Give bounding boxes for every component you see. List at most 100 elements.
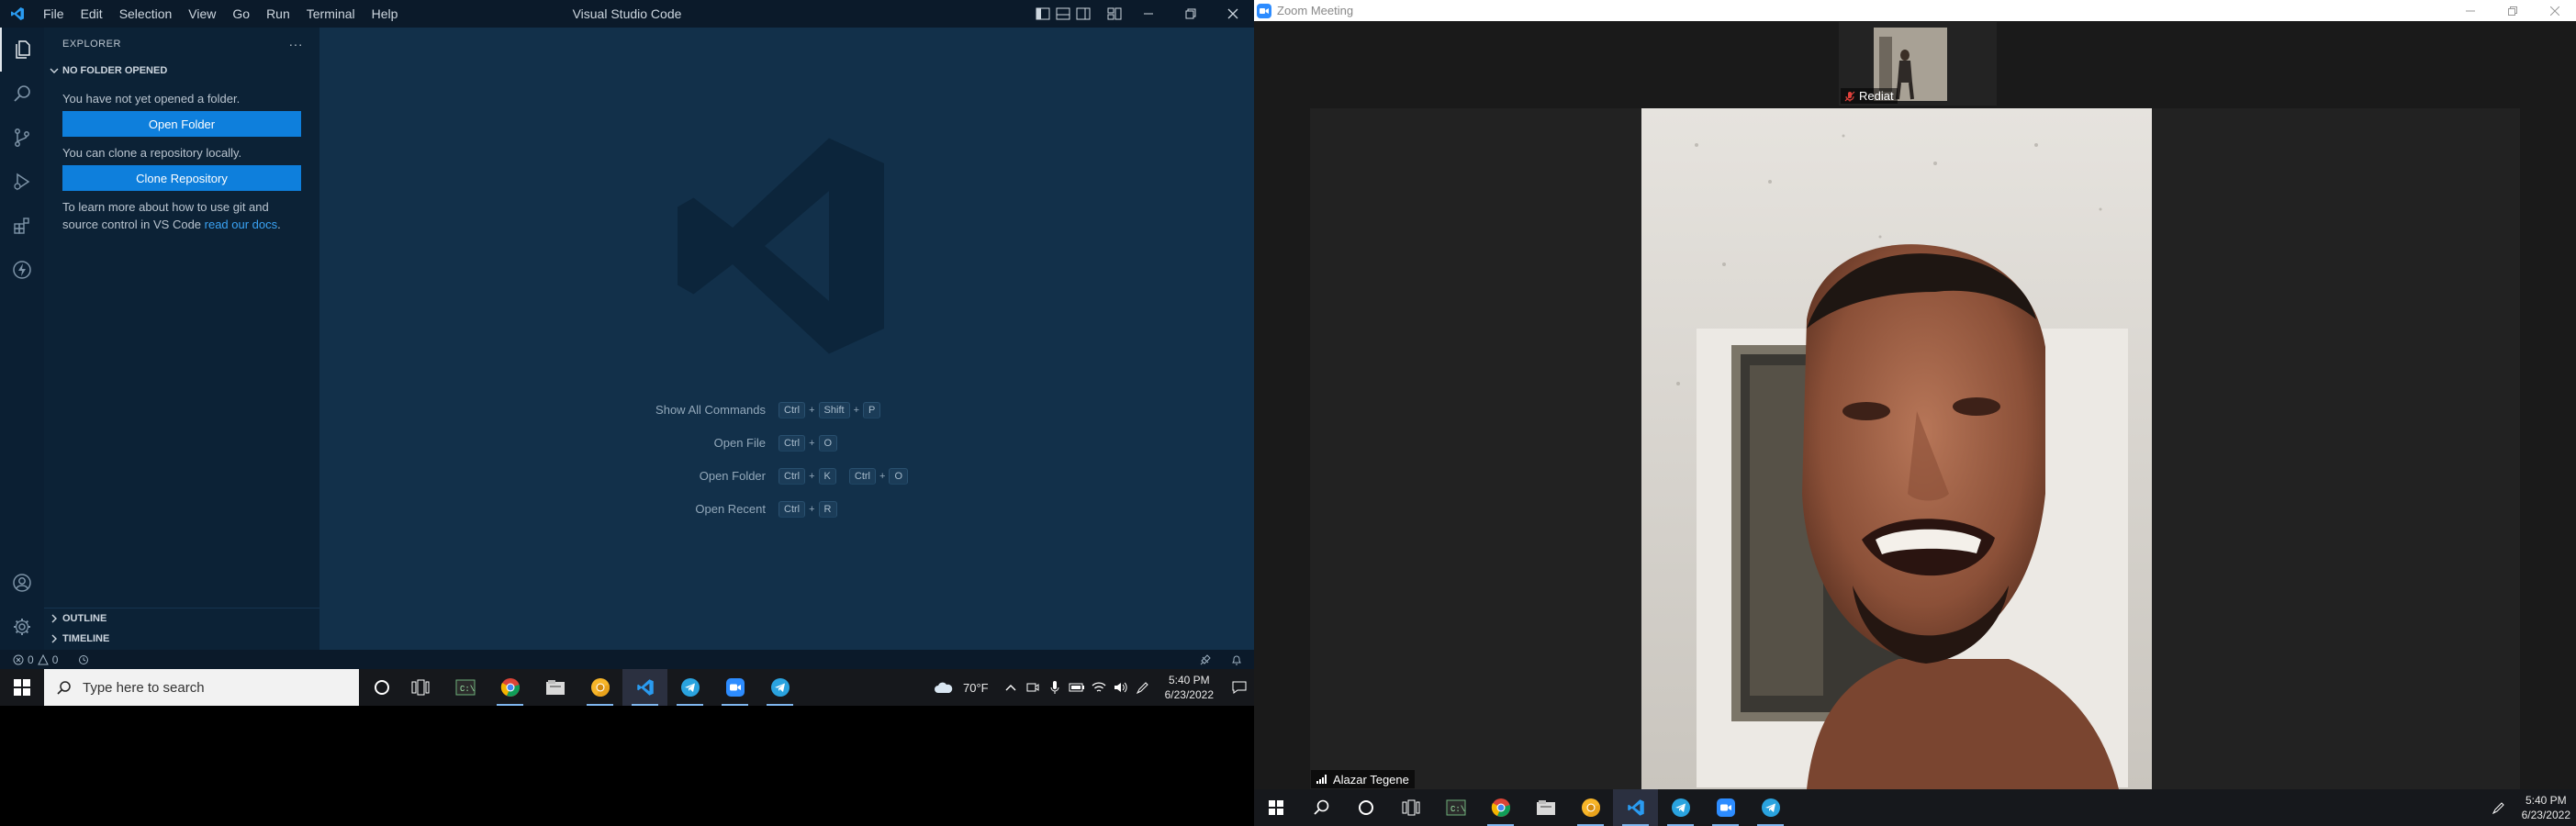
chrome-canary-icon[interactable] — [1568, 789, 1613, 826]
read-docs-link[interactable]: read our docs — [205, 218, 278, 231]
microphone-icon[interactable] — [1044, 680, 1066, 695]
no-folder-text: You have not yet opened a folder. — [62, 92, 241, 106]
search-placeholder: Type here to search — [83, 679, 205, 696]
keybinding-key: Ctrl — [778, 435, 806, 452]
vscode-taskbar-icon[interactable] — [622, 669, 667, 706]
history-icon[interactable] — [78, 654, 89, 665]
shortcut-keys: Ctrl + K Ctrl + O — [778, 467, 908, 486]
shortcut-row[interactable]: Open Recent Ctrl + R — [319, 500, 1254, 519]
telegram-second-icon[interactable] — [757, 669, 802, 706]
activity-bar — [0, 28, 44, 650]
menu-help[interactable]: Help — [364, 0, 407, 28]
toggle-secondary-sidebar-icon[interactable] — [1076, 7, 1091, 20]
no-folder-section-header[interactable]: NO FOLDER OPENED — [44, 61, 319, 81]
show-hidden-icons-chevron-icon[interactable] — [1000, 684, 1022, 691]
shortcut-row[interactable]: Open File Ctrl + O — [319, 434, 1254, 452]
search-icon[interactable] — [0, 72, 44, 116]
keybinding-key: Ctrl — [848, 468, 876, 485]
clock[interactable]: 5:40 PM 6/23/2022 — [1154, 673, 1225, 702]
warning-count: 0 — [51, 653, 59, 666]
outline-section-header[interactable]: OUTLINE — [44, 608, 319, 629]
notifications-icon[interactable] — [1225, 681, 1254, 694]
task-view-icon[interactable] — [398, 669, 442, 706]
minimize-icon[interactable] — [1127, 0, 1170, 28]
terminal-app-icon[interactable]: C:\ — [442, 669, 487, 706]
keybinding-key: R — [818, 501, 837, 518]
menu-edit[interactable]: Edit — [73, 0, 111, 28]
participant-thumbnail[interactable]: Rediat — [1839, 22, 1997, 106]
remote-lightning-icon[interactable] — [0, 248, 44, 292]
zoom-close-icon[interactable] — [2534, 0, 2576, 21]
accounts-icon[interactable] — [0, 561, 44, 605]
clock-time: 5:40 PM — [2525, 794, 2567, 807]
volume-icon[interactable] — [1110, 681, 1132, 694]
toggle-panel-icon[interactable] — [1056, 7, 1070, 20]
outline-title: OUTLINE — [62, 613, 107, 624]
menu-view[interactable]: View — [180, 0, 224, 28]
run-debug-icon[interactable] — [0, 160, 44, 204]
zoom-taskbar-icon[interactable] — [1703, 789, 1748, 826]
telegram-icon[interactable] — [1658, 789, 1703, 826]
task-view-icon[interactable] — [1388, 789, 1433, 826]
weather-cloud-icon[interactable] — [930, 681, 958, 694]
start-windows-icon[interactable] — [0, 669, 44, 706]
menu-file[interactable]: File — [35, 0, 73, 28]
shortcut-row[interactable]: Show All Commands Ctrl + Shift + P — [319, 401, 1254, 419]
more-actions-icon[interactable]: ··· — [289, 37, 304, 51]
status-right — [1199, 650, 1243, 669]
manage-gear-icon[interactable] — [0, 605, 44, 649]
pen-workspace-icon[interactable] — [1132, 680, 1154, 695]
source-control-icon[interactable] — [0, 116, 44, 160]
close-icon[interactable] — [1212, 0, 1254, 28]
menu-run[interactable]: Run — [258, 0, 298, 28]
timeline-section-header[interactable]: TIMELINE — [44, 629, 319, 649]
problems-indicator[interactable]: 0 0 — [0, 653, 89, 666]
vscode-taskbar-icon[interactable] — [1613, 789, 1658, 826]
zoom-restore-icon[interactable] — [2492, 0, 2534, 21]
search-icon[interactable] — [1298, 789, 1343, 826]
clock-right[interactable]: 5:40 PM 6/23/2022 — [2513, 793, 2576, 822]
start-windows-icon[interactable] — [1254, 789, 1298, 826]
svg-text:C:\: C:\ — [460, 685, 475, 694]
explorer-icon[interactable] — [0, 28, 44, 72]
cortana-circle-icon[interactable] — [1343, 789, 1388, 826]
toggle-primary-sidebar-icon[interactable] — [1036, 7, 1050, 20]
shortcut-row[interactable]: Open Folder Ctrl + K Ctrl + O — [319, 467, 1254, 486]
cortana-circle-icon[interactable] — [366, 669, 398, 706]
meet-now-icon[interactable] — [1022, 681, 1044, 694]
menu-go[interactable]: Go — [224, 0, 258, 28]
chrome-icon[interactable] — [1478, 789, 1523, 826]
extensions-icon[interactable] — [0, 204, 44, 248]
zoom-minimize-icon[interactable] — [2449, 0, 2492, 21]
file-explorer-icon[interactable] — [532, 669, 577, 706]
chrome-canary-icon[interactable] — [577, 669, 622, 706]
restore-icon[interactable] — [1170, 0, 1212, 28]
telegram-icon[interactable] — [667, 669, 712, 706]
keybinding-key: Ctrl — [778, 501, 806, 518]
keybinding-key: Ctrl — [778, 402, 806, 419]
notifications-bell-icon[interactable] — [1230, 653, 1243, 666]
keybinding-key: P — [863, 402, 881, 419]
open-folder-button[interactable]: Open Folder — [62, 111, 301, 137]
clock-date: 6/23/2022 — [2521, 809, 2570, 821]
zoom-taskbar-icon[interactable] — [712, 669, 757, 706]
clone-repository-button[interactable]: Clone Repository — [62, 165, 301, 191]
layout-controls — [1036, 0, 1122, 28]
keybinding-key: Shift — [818, 402, 850, 419]
weather-temp[interactable]: 70°F — [958, 681, 1000, 695]
menu-selection[interactable]: Selection — [111, 0, 181, 28]
feedback-icon[interactable] — [1199, 653, 1212, 666]
timeline-title: TIMELINE — [62, 633, 110, 644]
file-explorer-icon[interactable] — [1523, 789, 1568, 826]
error-count: 0 — [28, 653, 34, 666]
taskbar-search-box[interactable]: Type here to search — [44, 669, 359, 706]
pen-workspace-icon[interactable] — [2485, 800, 2513, 815]
chrome-icon[interactable] — [487, 669, 532, 706]
wifi-icon[interactable] — [1088, 681, 1110, 694]
terminal-app-icon[interactable]: C:\ — [1433, 789, 1478, 826]
menu-bar: File Edit Selection View Go Run Terminal… — [35, 0, 406, 28]
telegram-second-icon[interactable] — [1748, 789, 1793, 826]
battery-icon[interactable] — [1066, 683, 1088, 692]
customize-layout-icon[interactable] — [1107, 7, 1122, 20]
menu-terminal[interactable]: Terminal — [298, 0, 364, 28]
